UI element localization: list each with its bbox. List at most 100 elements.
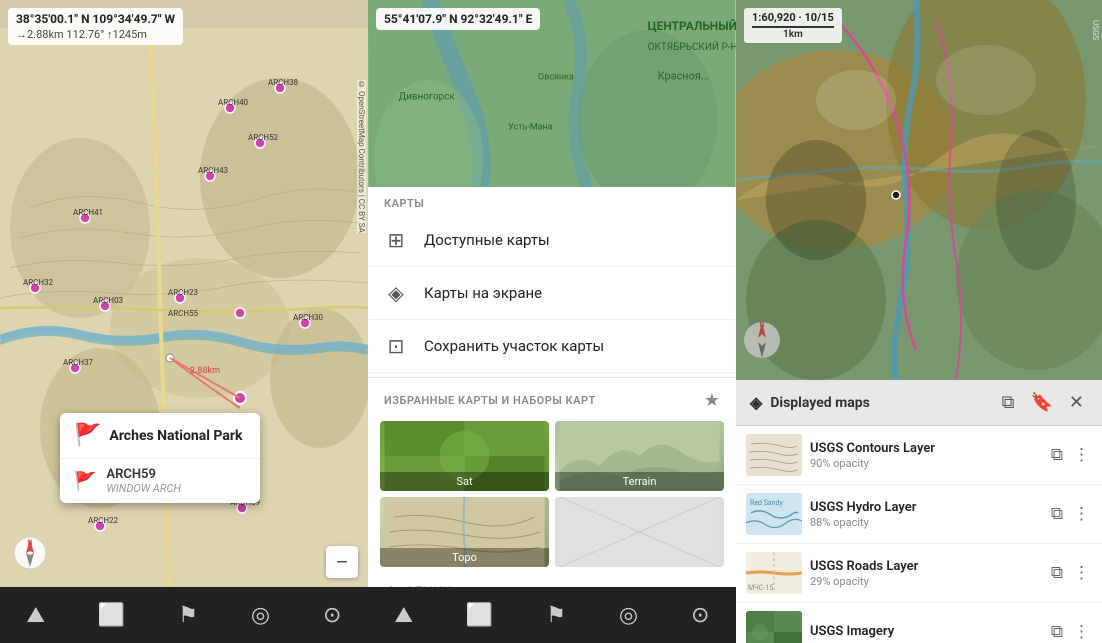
compass-button-2[interactable]: ⊙	[683, 595, 717, 636]
layer-item-contours: USGS Contours Layer 90% opacity ⧉ ⋮	[736, 426, 1102, 485]
layer-thumb-imagery-svg	[746, 611, 802, 643]
layer-actions-contours: ⧉ ⋮	[1049, 443, 1092, 467]
popup-item[interactable]: 🚩 ARCH59 WINDOW ARCH	[60, 459, 260, 503]
maps-on-screen-item[interactable]: ◈ Карты на экране	[368, 267, 736, 320]
coordinate-bar-1: 38°35'00.1" N 109°34'49.7" W →2.88km 112…	[8, 8, 183, 45]
target-button-1[interactable]: ◎	[243, 595, 278, 636]
layer-name-contours: USGS Contours Layer	[810, 441, 1041, 456]
layer-copy-contours[interactable]: ⧉	[1049, 443, 1065, 467]
layers-bookmark-button[interactable]: 🔖	[1026, 390, 1056, 415]
thumb-terrain[interactable]: Terrain	[555, 421, 724, 491]
svg-text:МЧС-15: МЧС-15	[748, 584, 773, 592]
layer-info-imagery: USGS Imagery	[810, 624, 1041, 640]
map-button-2[interactable]: ⬜	[458, 595, 501, 636]
layer-item-hydro: Red Sandy USGS Hydro Layer 88% opacity ⧉…	[736, 485, 1102, 544]
svg-text:N: N	[760, 321, 765, 329]
layer-opacity-roads: 29% opacity	[810, 575, 1041, 588]
svg-text:ARCH40: ARCH40	[218, 98, 249, 107]
layer-opacity-contours: 90% opacity	[810, 457, 1041, 470]
layer-copy-hydro[interactable]: ⧉	[1049, 502, 1065, 526]
mountain-button-2[interactable]: ⛰	[386, 595, 420, 636]
available-maps-item[interactable]: ⊞ Доступные карты	[368, 214, 736, 267]
svg-text:ARCH03: ARCH03	[93, 296, 123, 305]
panel3-attribution: USGS	[1091, 20, 1100, 40]
layers-header-actions: ⧉ 🔖 ✕	[998, 390, 1088, 415]
panel-layers: N 1:60,920 · 10/15 1km USGS ◈ Displayed …	[736, 0, 1102, 643]
layer-more-contours[interactable]: ⋮	[1071, 443, 1092, 467]
layer-item-roads: МЧС-15 USGS Roads Layer 29% opacity ⧉ ⋮	[736, 544, 1102, 603]
svg-text:ARCH41: ARCH41	[73, 208, 103, 217]
available-maps-label: Доступные карты	[424, 231, 550, 249]
layer-actions-roads: ⧉ ⋮	[1049, 561, 1092, 585]
bottom-toolbar-2: ⛰ ⬜ ⚑ ◎ ⊙	[368, 587, 736, 643]
panel-map-arches: 2.88km ARCH40 ARCH52 ARCH38 ARCH43 ARCH4…	[0, 0, 368, 643]
map-top-section: N 1:60,920 · 10/15 1km USGS	[736, 0, 1102, 380]
map-button-1[interactable]: ⬜	[90, 595, 133, 636]
fav-add-button[interactable]: ★	[704, 390, 720, 411]
layer-thumb-contours	[746, 434, 802, 476]
layer-more-imagery[interactable]: ⋮	[1071, 620, 1092, 643]
popup-item-name: ARCH59	[106, 467, 181, 482]
thumb-sat[interactable]: Sat	[380, 421, 549, 491]
layer-item-imagery: USGS Imagery ⧉ ⋮	[736, 603, 1102, 643]
thumb-blank[interactable]	[555, 497, 724, 567]
target-button-2[interactable]: ◎	[611, 595, 646, 636]
svg-text:Red Sandy: Red Sandy	[750, 499, 783, 507]
layer-thumb-imagery	[746, 611, 802, 643]
thumb-topo-label: Topo	[380, 548, 549, 567]
topo-svg-1: 2.88km ARCH40 ARCH52 ARCH38 ARCH43 ARCH4…	[0, 0, 368, 643]
svg-text:ARCH52: ARCH52	[248, 133, 279, 142]
save-map-label: Сохранить участок карты	[424, 337, 604, 355]
menu-sheet: КАРТЫ ⊞ Доступные карты ◈ Карты на экран…	[368, 187, 736, 587]
layers-close-button[interactable]: ✕	[1065, 390, 1088, 415]
layer-more-hydro[interactable]: ⋮	[1071, 502, 1092, 526]
panel-map-menu: ЦЕНТРАЛЬНЫЙ ОКТЯБРЬСКИЙ Р-Н Красноя... Д…	[368, 0, 736, 643]
location-popup[interactable]: 🚩 Arches National Park 🚩 ARCH59 WINDOW A…	[60, 413, 260, 503]
layer-info-hydro: USGS Hydro Layer 88% opacity	[810, 500, 1041, 529]
layer-info-contours: USGS Contours Layer 90% opacity	[810, 441, 1041, 470]
svg-text:ARCH55: ARCH55	[168, 309, 199, 318]
thumb-sat-label: Sat	[380, 472, 549, 491]
layer-thumb-hydro: Red Sandy	[746, 493, 802, 535]
layers-title-text: Displayed maps	[770, 395, 870, 411]
maps-on-screen-label: Карты на экране	[424, 284, 542, 302]
flag-button-1[interactable]: ⚑	[170, 595, 206, 636]
layer-opacity-hydro: 88% opacity	[810, 516, 1041, 529]
layers-copy-button[interactable]: ⧉	[998, 390, 1019, 415]
layer-copy-imagery[interactable]: ⧉	[1049, 620, 1065, 643]
map-background-1: 2.88km ARCH40 ARCH52 ARCH38 ARCH43 ARCH4…	[0, 0, 368, 643]
flag-button-2[interactable]: ⚑	[538, 595, 574, 636]
compass-button-1[interactable]: ⊙	[315, 595, 349, 636]
map-svg-3: N	[736, 0, 1102, 380]
distance-info: →2.88km 112.76° ↑1245m	[16, 28, 175, 41]
thumb-topo[interactable]: Topo	[380, 497, 549, 567]
svg-text:2.88km: 2.88km	[190, 366, 220, 376]
layer-thumb-roads-svg: МЧС-15	[746, 552, 802, 594]
svg-text:Усть-Мана: Усть-Мана	[508, 123, 553, 133]
coordinate-bar-2: 55°41'07.9" N 92°32'49.1" E	[376, 8, 540, 30]
layer-name-roads: USGS Roads Layer	[810, 559, 1041, 574]
popup-item-info: ARCH59 WINDOW ARCH	[106, 467, 181, 495]
layer-name-hydro: USGS Hydro Layer	[810, 500, 1041, 515]
popup-item-flag: 🚩	[74, 471, 96, 492]
layers-title: ◈ Displayed maps	[750, 393, 870, 412]
save-map-area-item[interactable]: ⊡ Сохранить участок карты	[368, 320, 736, 373]
scale-km: 1km	[752, 26, 834, 40]
svg-text:Дивногорск: Дивногорск	[399, 92, 456, 103]
svg-text:ЦЕНТРАЛЬНЫЙ: ЦЕНТРАЛЬНЫЙ	[648, 18, 736, 33]
layers-header: ◈ Displayed maps ⧉ 🔖 ✕	[736, 380, 1102, 426]
bottom-toolbar-1: ⛰ ⬜ ⚑ ◎ ⊙	[0, 587, 368, 643]
mountain-button-1[interactable]: ⛰	[18, 595, 52, 636]
osm-attribution: © OpenStreetMap Contributors | CC BY SA	[357, 80, 366, 233]
section-maps-title: КАРТЫ	[368, 187, 736, 214]
svg-text:ARCH23: ARCH23	[168, 288, 198, 297]
zoom-out-button[interactable]: –	[326, 546, 358, 578]
layer-more-roads[interactable]: ⋮	[1071, 561, 1092, 585]
layers-title-icon: ◈	[750, 393, 762, 412]
layer-copy-roads[interactable]: ⧉	[1049, 561, 1065, 585]
fav-section-title: ИЗБРАННЫЕ КАРТЫ И НАБОРЫ КАРТ	[384, 394, 596, 407]
popup-flag-icon: 🚩	[74, 423, 101, 448]
svg-text:N: N	[28, 539, 33, 547]
layer-info-roads: USGS Roads Layer 29% opacity	[810, 559, 1041, 588]
scale-bar: 1:60,920 · 10/15 1km	[744, 8, 842, 43]
